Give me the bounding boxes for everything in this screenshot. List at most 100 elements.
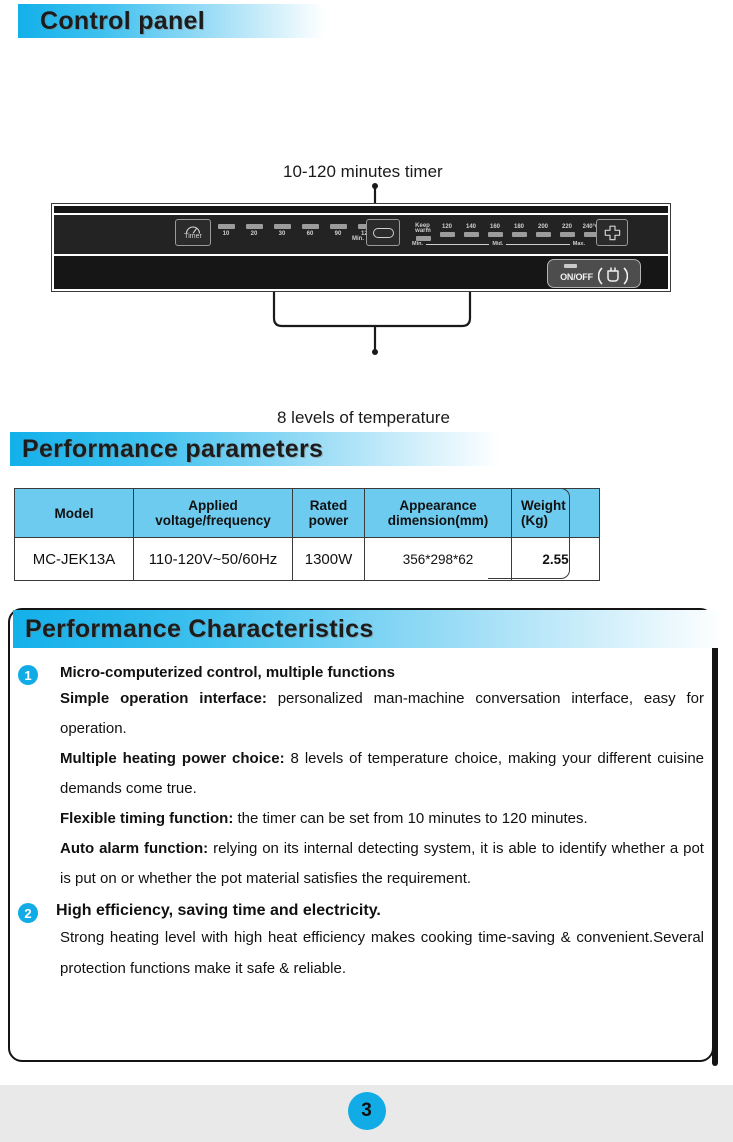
timer-button-label: Timer (184, 233, 202, 240)
header-text: Applied voltage/frequency (155, 498, 271, 528)
column-header-model: Model (14, 488, 134, 538)
section-header-performance-characteristics: Performance Characteristics (13, 610, 725, 648)
pill-icon (372, 227, 394, 238)
scale-line (426, 243, 490, 245)
table-row: MC-JEK13A 110-120V~50/60Hz 1300W 356*298… (14, 537, 600, 581)
cell-dimension: 356*298*62 (364, 537, 512, 581)
feature-paragraph: Auto alarm function: relying on its inte… (60, 834, 704, 894)
temp-tick-label: 160 (489, 224, 500, 230)
column-header-rated-power: Rated power (292, 488, 365, 538)
timer-led (273, 224, 291, 229)
header-text: Model (54, 505, 94, 521)
temp-scale-max: Max. (572, 241, 586, 247)
table-body: MC-JEK13A 110-120V~50/60Hz 1300W 356*298… (14, 537, 600, 581)
timer-tick-label: 90 (334, 231, 342, 237)
temp-tick-label: 120 (441, 224, 452, 230)
paragraph-text: Strong heating level with high heat effi… (60, 929, 704, 977)
temp-tick-label: 180 (513, 224, 524, 230)
paragraph-lead: Auto alarm function: (60, 840, 209, 857)
timer-led (329, 224, 347, 229)
cell-weight: 2.55 (511, 537, 600, 581)
heat-boost-button[interactable] (596, 219, 628, 246)
table-header-row: Model Applied voltage/frequency Rated po… (14, 488, 600, 538)
feature-item-1: 1 Micro-computerized control, multiple f… (18, 662, 704, 894)
section-title-control-panel: Control panel (40, 6, 206, 35)
power-plug-icon (597, 266, 628, 285)
temp-tick-label: 220 (561, 224, 572, 230)
timer-tick-label: 30 (278, 231, 286, 237)
cell-rated-power: 1300W (292, 537, 365, 581)
temp-led-slot: Keep warm (411, 223, 435, 241)
paragraph-lead: Flexible timing function: (60, 810, 234, 827)
feature-item-2: 2 High efficiency, saving time and elect… (18, 900, 704, 984)
temp-led (463, 232, 479, 237)
timer-led-slot: 60 (296, 224, 324, 237)
paragraph-lead: Simple operation interface: (60, 690, 267, 707)
feature-number-badge: 2 (18, 903, 38, 923)
performance-parameters-table-wrapper: Model Applied voltage/frequency Rated po… (14, 488, 600, 581)
feature-number-badge: 1 (18, 665, 38, 685)
feature-heading: High efficiency, saving time and electri… (56, 902, 381, 919)
feature-paragraph: Strong heating level with high heat effi… (60, 922, 704, 984)
callout-label-temperature: 8 levels of temperature (277, 408, 450, 427)
timer-led-slot: 90 (324, 224, 352, 237)
temp-led-slot: 200 (531, 224, 555, 241)
temp-led-slot: 120 (435, 224, 459, 241)
temp-scale-mid: Mid. (492, 241, 504, 247)
timer-button[interactable]: Timer (175, 219, 211, 246)
temp-led-slot: 220 (555, 224, 579, 241)
temp-led-slot: 160 (483, 224, 507, 241)
header-text: Appearance dimension(mm) (387, 498, 489, 528)
temp-led (511, 232, 527, 237)
timer-unit-label: Min. (352, 236, 364, 242)
timer-led (217, 224, 235, 229)
temp-led-slot: 140 (459, 224, 483, 241)
temperature-led-scale: Keep warm 120 140 160 180 200 220 240°C (411, 223, 603, 241)
temp-tick-label-keepwarm: Keep warm (415, 223, 431, 234)
cell-voltage: 110-120V~50/60Hz (133, 537, 293, 581)
temp-led (487, 232, 503, 237)
page-number-badge: 3 (347, 1092, 386, 1130)
temp-tick-label: 200 (537, 224, 548, 230)
temp-led (535, 232, 551, 237)
timer-led (301, 224, 319, 229)
plus-cross-icon (604, 225, 620, 240)
characteristics-content: 1 Micro-computerized control, multiple f… (18, 662, 704, 984)
page-footer: 3 (0, 1085, 733, 1142)
function-button[interactable] (366, 219, 400, 246)
timer-tick-label: 60 (306, 231, 314, 237)
section-title-performance-characteristics: Performance Characteristics (25, 614, 374, 643)
feature-body: Strong heating level with high heat effi… (60, 922, 704, 984)
header-text: Weight (Kg) (521, 498, 566, 528)
section-title-performance-parameters: Performance parameters (22, 434, 324, 463)
feature-paragraph: Flexible timing function: the timer can … (60, 804, 704, 834)
on-off-button[interactable]: ON/OFF (547, 259, 641, 288)
paragraph-text: the timer can be set from 10 minutes to … (233, 810, 588, 827)
temp-led-slot: 180 (507, 224, 531, 241)
power-indicator-led (564, 264, 577, 268)
timer-led-slot: 10 (212, 224, 240, 237)
scale-line (506, 243, 570, 245)
on-off-label: ON/OFF (560, 271, 593, 282)
temp-scale-min: Min. (412, 241, 423, 247)
timer-led-slot: 20 (240, 224, 268, 237)
feature-body: Simple operation interface: personalized… (60, 684, 704, 894)
feature-paragraph: Multiple heating power choice: 8 levels … (60, 744, 704, 804)
feature-paragraph: Simple operation interface: personalized… (60, 684, 704, 744)
timer-tick-label: 20 (250, 231, 258, 237)
temp-led (439, 232, 455, 237)
column-header-weight: Weight (Kg) (511, 488, 600, 538)
temp-tick-label: 140 (465, 224, 476, 230)
header-text: Rated power (308, 498, 349, 528)
performance-parameters-table: Model Applied voltage/frequency Rated po… (14, 488, 600, 581)
section-header-performance-parameters: Performance parameters (10, 432, 500, 466)
temp-led (559, 232, 575, 237)
table-head: Model Applied voltage/frequency Rated po… (14, 488, 600, 538)
feature-heading: Micro-computerized control, multiple fun… (60, 664, 396, 681)
cell-model: MC-JEK13A (14, 537, 134, 581)
control-panel-top-strip (54, 206, 668, 213)
paragraph-lead: Multiple heating power choice: (60, 750, 285, 767)
column-header-voltage: Applied voltage/frequency (133, 488, 293, 538)
temperature-range-scale: Min. Mid. Max. (412, 241, 585, 247)
section-header-control-panel: Control panel (18, 4, 325, 38)
